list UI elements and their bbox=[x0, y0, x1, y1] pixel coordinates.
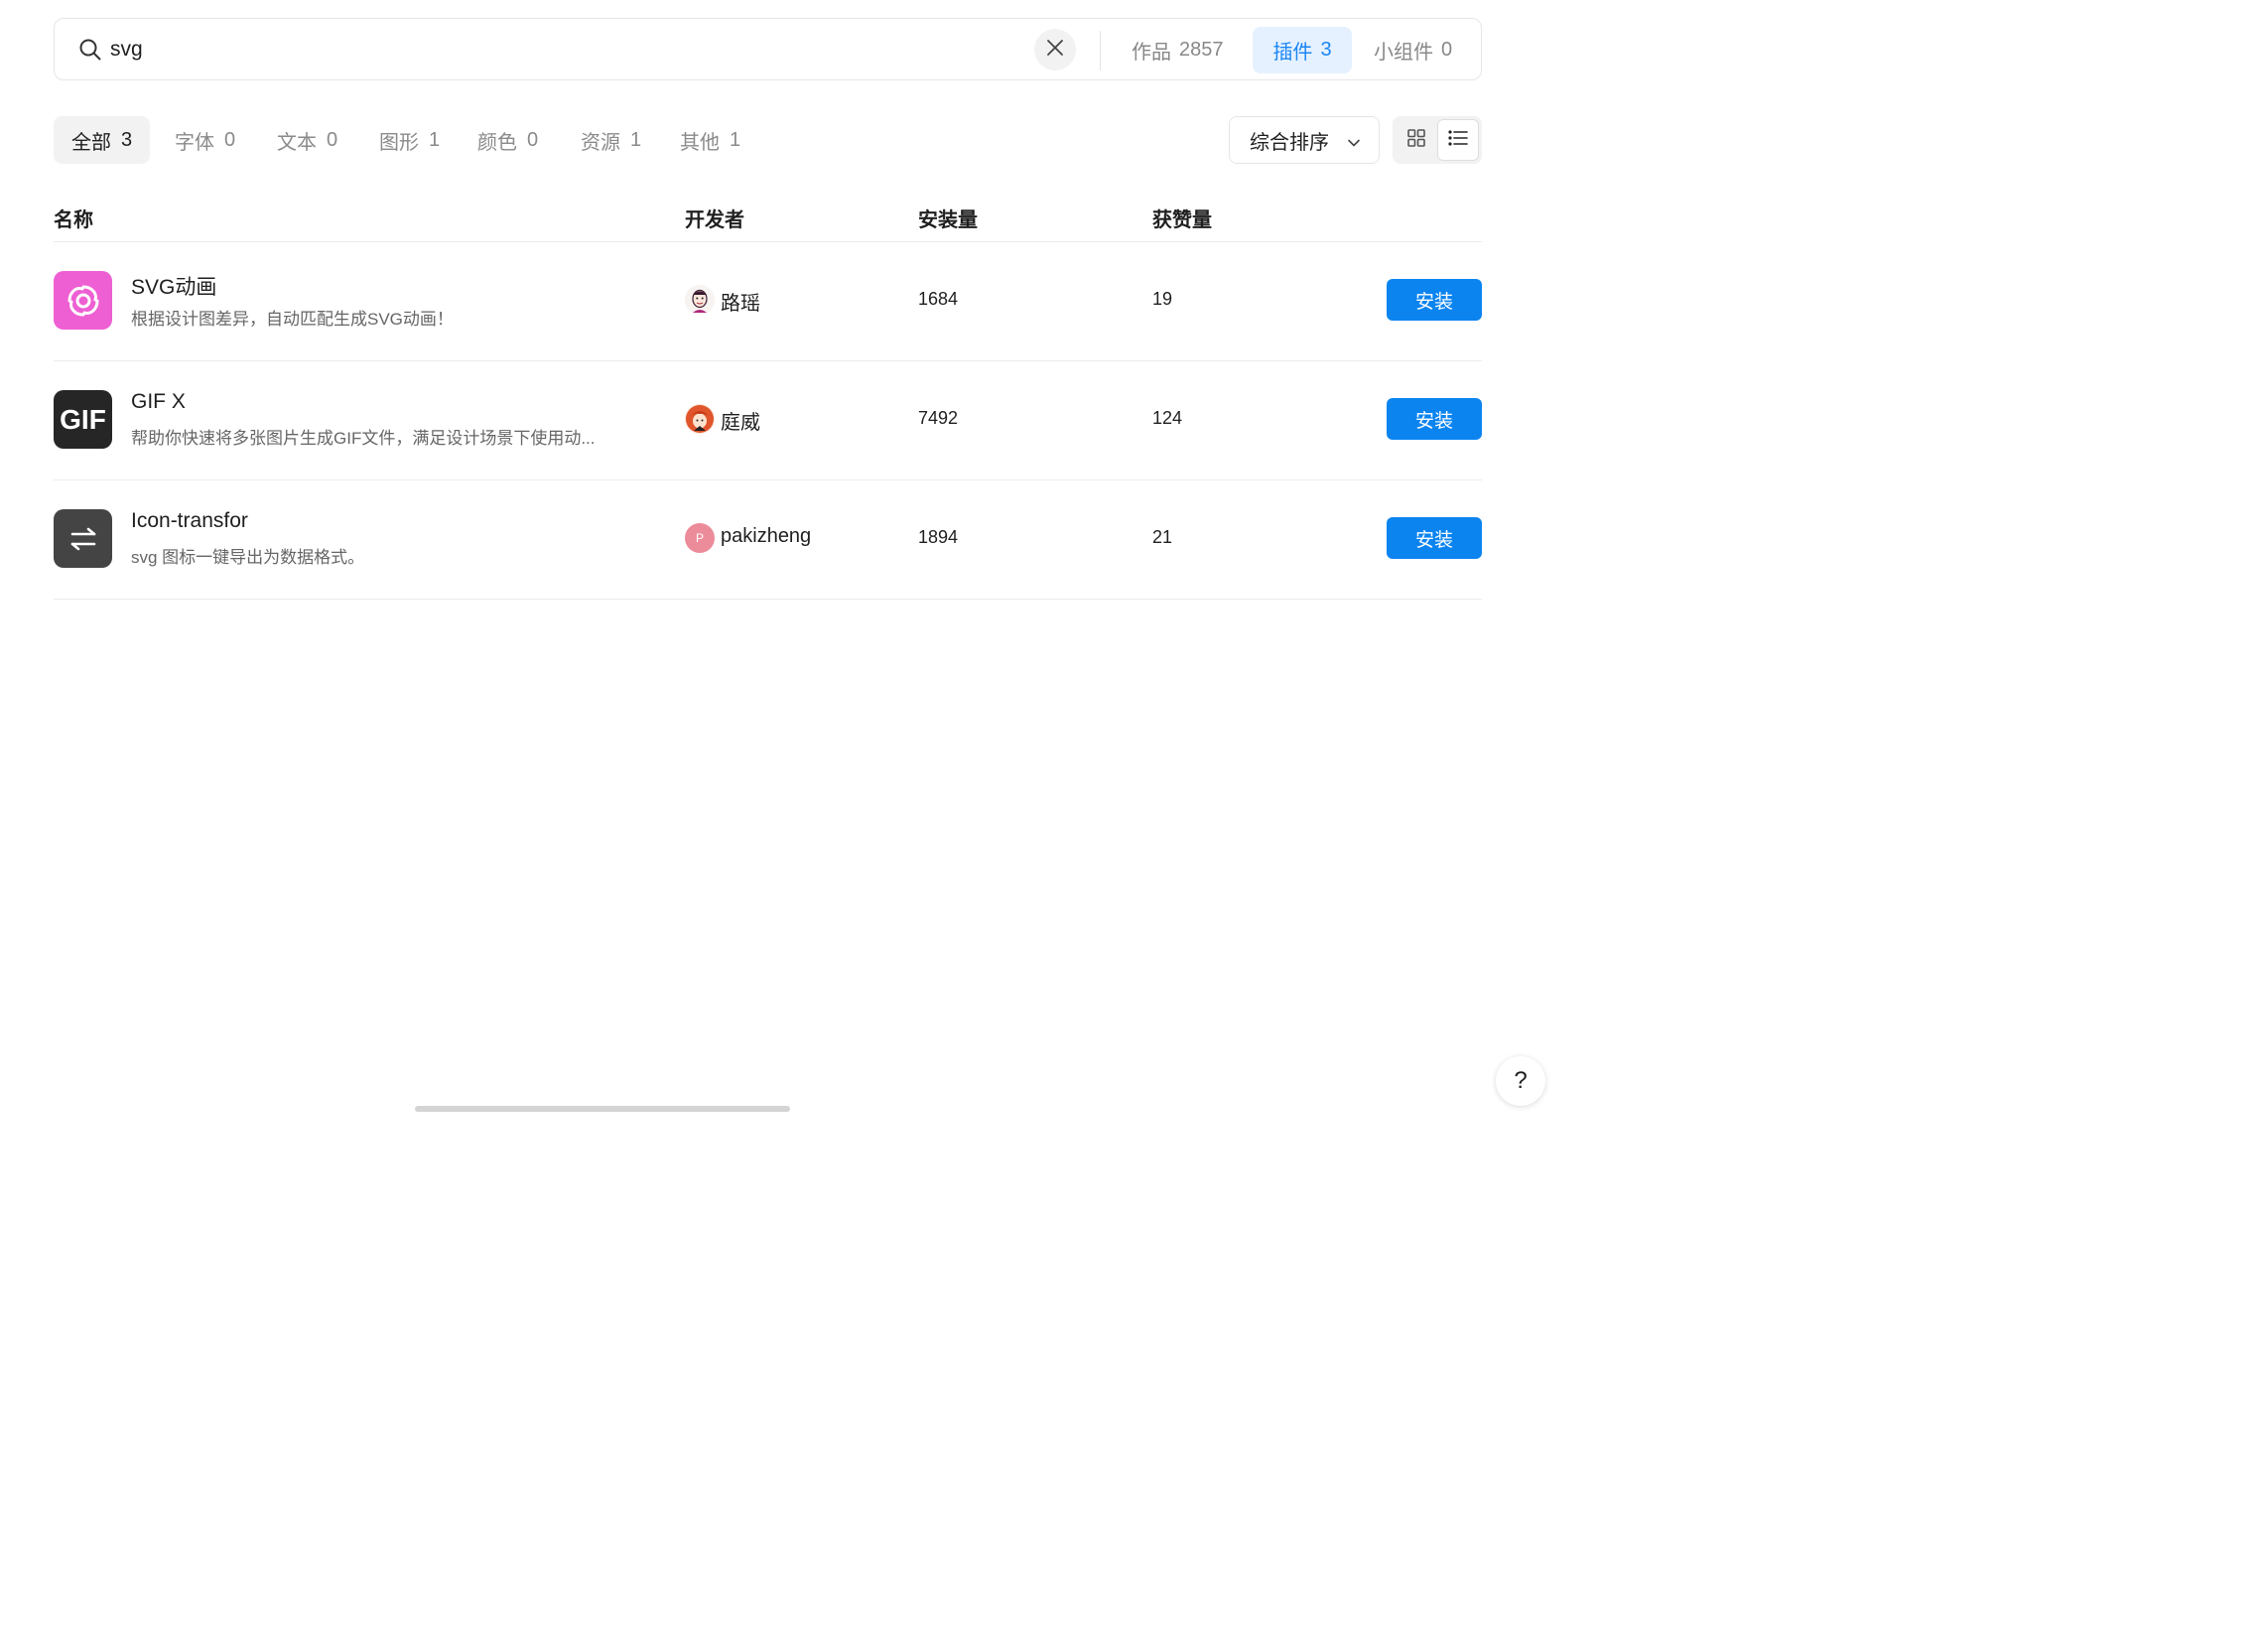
developer-name[interactable]: 路瑶 bbox=[721, 287, 760, 316]
category-label: 图形 bbox=[379, 131, 419, 154]
header-developer: 开发者 bbox=[685, 209, 744, 231]
developer-name[interactable]: 庭威 bbox=[721, 406, 760, 435]
category-count: 0 bbox=[527, 128, 539, 151]
category-shape[interactable]: 图形 1 bbox=[379, 116, 440, 164]
avatar: P bbox=[685, 523, 715, 553]
close-icon bbox=[1046, 39, 1064, 62]
install-button[interactable]: 安装 bbox=[1387, 517, 1482, 559]
avatar-letter: P bbox=[695, 531, 704, 545]
grid-view-button[interactable] bbox=[1396, 119, 1437, 161]
list-view-button[interactable] bbox=[1437, 119, 1479, 161]
category-resource[interactable]: 资源 1 bbox=[581, 116, 641, 164]
search-bar: 作品 2857 插件 3 小组件 0 bbox=[54, 18, 1482, 80]
category-other[interactable]: 其他 1 bbox=[680, 116, 740, 164]
category-count: 1 bbox=[630, 128, 642, 151]
install-button[interactable]: 安装 bbox=[1387, 279, 1482, 321]
install-count: 7492 bbox=[918, 408, 959, 428]
avatar bbox=[685, 404, 715, 434]
install-count: 1684 bbox=[918, 289, 959, 309]
category-label: 其他 bbox=[680, 131, 720, 154]
table-row[interactable]: SVG动画 根据设计图差异，自动匹配生成SVG动画！ 路瑶 1684 19 安装 bbox=[54, 241, 1482, 360]
category-count: 0 bbox=[327, 128, 338, 151]
plugin-name[interactable]: SVG动画 bbox=[131, 271, 216, 301]
plugin-description: 帮助你快速将多张图片生成GIF文件，满足设计场景下使用动... bbox=[131, 429, 596, 448]
developer-name[interactable]: pakizheng bbox=[721, 525, 811, 548]
category-count: 0 bbox=[224, 128, 236, 151]
table-row[interactable]: GIF GIF X 帮助你快速将多张图片生成GIF文件，满足设计场景下使用动..… bbox=[54, 360, 1482, 479]
install-button[interactable]: 安装 bbox=[1387, 398, 1482, 440]
view-toggle bbox=[1393, 116, 1482, 164]
plugin-description: svg 图标一键导出为数据格式。 bbox=[131, 548, 365, 567]
category-label: 文本 bbox=[277, 131, 317, 154]
help-label: ? bbox=[1514, 1067, 1528, 1094]
tab-widgets[interactable]: 小组件 0 bbox=[1360, 27, 1466, 73]
divider bbox=[1100, 31, 1101, 70]
plugin-name[interactable]: Icon-transfor bbox=[131, 509, 248, 533]
tab-label: 作品 bbox=[1132, 42, 1171, 64]
plugin-description: 根据设计图差异，自动匹配生成SVG动画！ bbox=[131, 310, 454, 329]
category-count: 3 bbox=[121, 128, 133, 151]
plugin-search-page: 作品 2857 插件 3 小组件 0 全部 3 字体 0 文本 0 图形 1 颜… bbox=[0, 0, 1556, 1120]
table-row[interactable]: Icon-transfor svg 图标一键导出为数据格式。 P pakizhe… bbox=[54, 479, 1482, 599]
category-count: 1 bbox=[429, 128, 441, 151]
horizontal-scrollbar[interactable] bbox=[415, 1106, 790, 1112]
search-input[interactable] bbox=[110, 31, 1003, 68]
category-color[interactable]: 颜色 0 bbox=[477, 116, 538, 164]
category-text[interactable]: 文本 0 bbox=[277, 116, 337, 164]
gif-icon-text: GIF bbox=[60, 403, 106, 435]
header-likes: 获赞量 bbox=[1152, 209, 1212, 231]
tab-count: 0 bbox=[1441, 39, 1453, 61]
category-font[interactable]: 字体 0 bbox=[175, 116, 235, 164]
category-label: 颜色 bbox=[477, 131, 517, 154]
swap-arrows-icon bbox=[54, 509, 112, 568]
like-count: 21 bbox=[1152, 527, 1173, 547]
category-count: 1 bbox=[730, 128, 741, 151]
gif-icon: GIF bbox=[54, 390, 112, 449]
header-name: 名称 bbox=[54, 209, 93, 231]
category-label: 字体 bbox=[175, 131, 214, 154]
category-label: 全部 bbox=[71, 131, 111, 154]
tab-works[interactable]: 作品 2857 bbox=[1118, 27, 1238, 73]
category-label: 资源 bbox=[581, 131, 620, 154]
sort-label: 综合排序 bbox=[1250, 131, 1329, 154]
search-icon bbox=[78, 38, 102, 62]
help-button[interactable]: ? bbox=[1496, 1056, 1545, 1106]
like-count: 19 bbox=[1152, 289, 1173, 309]
list-icon bbox=[1447, 128, 1469, 153]
like-count: 124 bbox=[1152, 408, 1183, 428]
swirl-icon bbox=[54, 271, 112, 330]
avatar bbox=[685, 285, 715, 315]
clear-search-button[interactable] bbox=[1034, 29, 1076, 70]
tab-label: 插件 bbox=[1272, 42, 1313, 64]
tab-count: 3 bbox=[1320, 39, 1332, 61]
tab-label: 小组件 bbox=[1374, 42, 1433, 64]
tab-count: 2857 bbox=[1179, 39, 1224, 61]
divider bbox=[54, 599, 1482, 600]
tab-plugins[interactable]: 插件 3 bbox=[1253, 27, 1352, 73]
category-all[interactable]: 全部 3 bbox=[54, 116, 151, 164]
plugin-name[interactable]: GIF X bbox=[131, 390, 186, 414]
chevron-down-icon bbox=[1347, 133, 1361, 156]
header-installs: 安装量 bbox=[918, 209, 978, 231]
install-count: 1894 bbox=[918, 527, 959, 547]
sort-dropdown[interactable]: 综合排序 bbox=[1229, 116, 1380, 164]
grid-icon bbox=[1406, 128, 1426, 153]
